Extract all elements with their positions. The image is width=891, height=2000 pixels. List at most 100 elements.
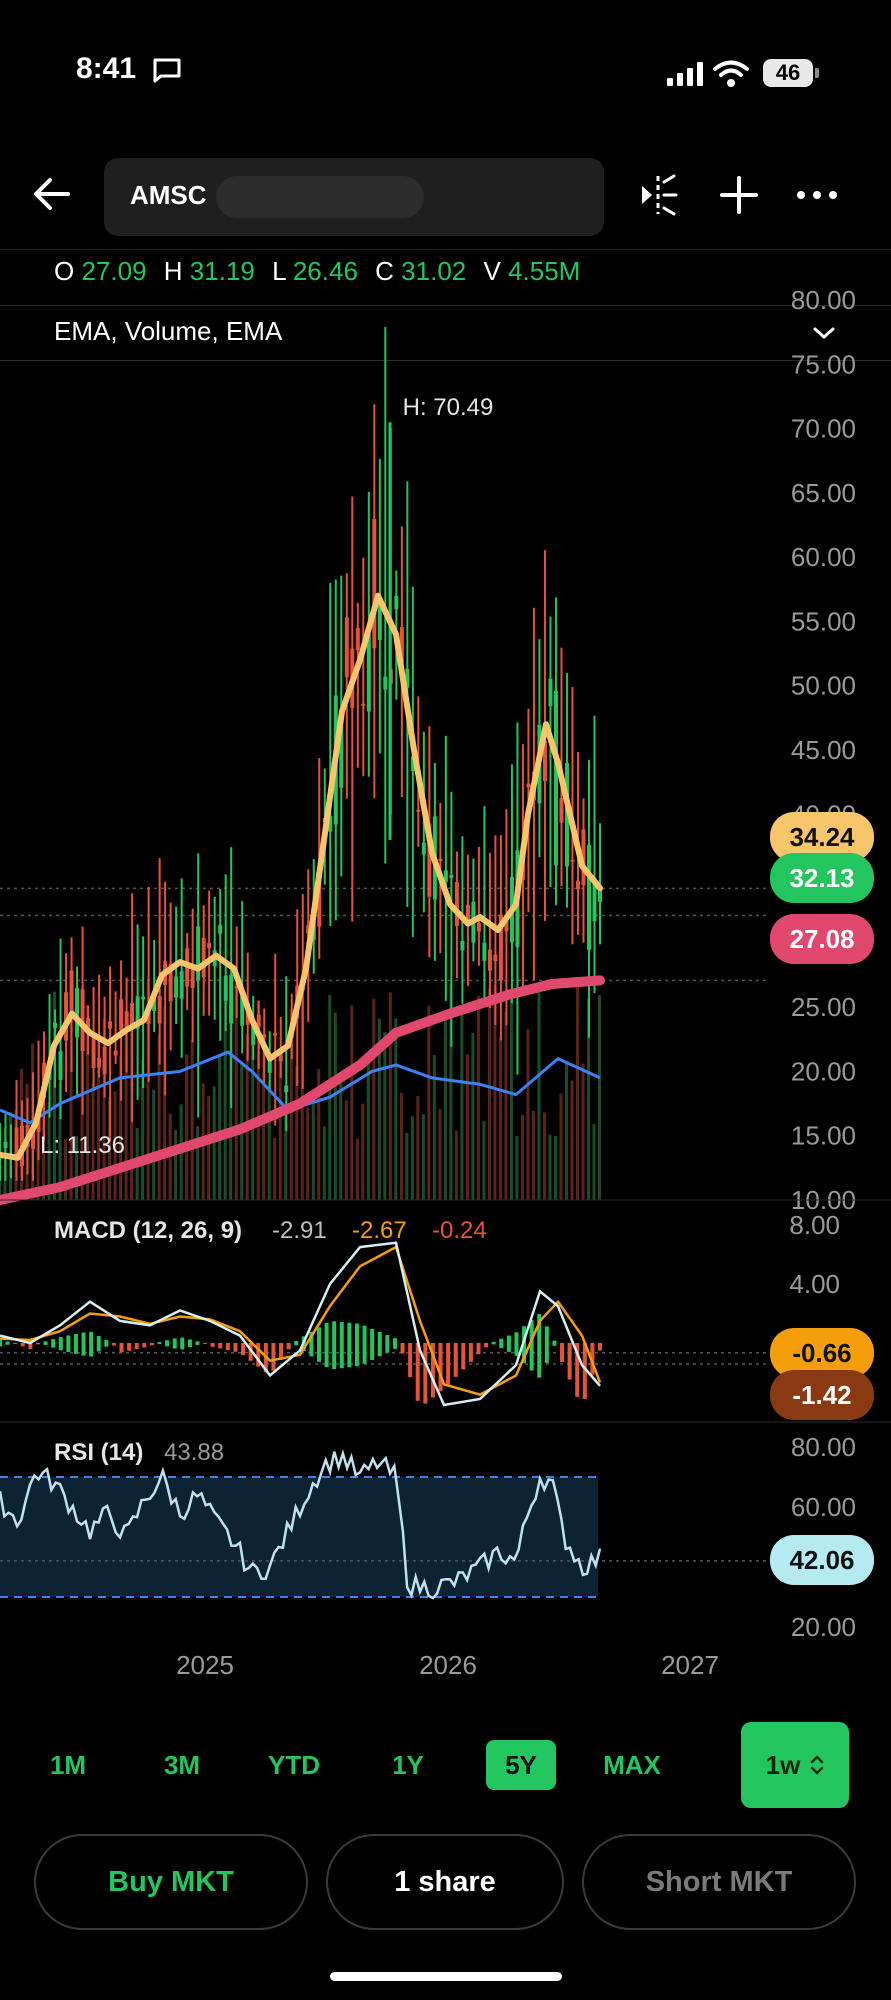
candle-body <box>174 976 179 998</box>
macd-histogram-bar <box>73 1333 78 1354</box>
quantity-button[interactable]: 1 share <box>326 1834 564 1930</box>
message-icon <box>153 58 181 83</box>
macd-line-tag: -1.42 <box>770 1370 874 1420</box>
candle-body <box>196 926 201 981</box>
volume-bar <box>421 1114 425 1200</box>
volume-bar <box>394 1018 398 1200</box>
range-5y[interactable]: 5Y <box>486 1740 556 1790</box>
time-range-selector: 1M 3M YTD 1Y 5Y MAX 1w <box>0 1722 891 1808</box>
macd-histogram-bar <box>392 1338 397 1349</box>
volume-bar <box>383 1032 387 1200</box>
volume-bar <box>520 1115 524 1200</box>
volume-bar <box>509 991 513 1200</box>
price-axis-tick: 50.00 <box>791 671 856 701</box>
ema-slow-price-tag: 27.08 <box>770 914 874 964</box>
macd-axis-tick: 8.00 <box>789 1210 840 1240</box>
volume-bar <box>190 1039 194 1200</box>
last-price-tag: 32.13 <box>770 853 874 903</box>
status-bar: 8:41 46 <box>0 0 891 140</box>
macd-histogram-bar <box>499 1338 504 1349</box>
macd-histogram-bar <box>13 1343 18 1344</box>
volume-bar <box>361 1103 365 1200</box>
macd-histogram-bar <box>468 1343 473 1362</box>
volume-bar <box>471 1032 475 1200</box>
close-label: C <box>375 256 394 286</box>
candle-body <box>179 971 184 999</box>
macd-histogram-bar <box>370 1328 375 1361</box>
open-label: O <box>54 256 75 286</box>
candle-body <box>421 842 426 855</box>
price-axis-tick: 70.00 <box>791 414 856 444</box>
macd-histogram-bar <box>446 1343 451 1385</box>
macd-histogram-bar <box>324 1322 329 1368</box>
add-icon[interactable] <box>716 172 762 218</box>
macd-histogram-bar <box>89 1331 94 1357</box>
volume-bar <box>526 1029 530 1200</box>
macd-histogram-bar <box>514 1332 519 1356</box>
macd-histogram-bar <box>506 1335 511 1352</box>
macd-histogram-bar <box>127 1343 132 1351</box>
macd-histogram-bar <box>339 1322 344 1369</box>
price-axis-tick: 80.00 <box>791 285 856 315</box>
price-axis-tick: 20.00 <box>791 1056 856 1086</box>
wifi-icon <box>713 60 749 87</box>
volume-bar <box>504 1011 508 1200</box>
macd-histogram-bar <box>233 1343 238 1352</box>
price-axis-tick: 15.00 <box>791 1121 856 1151</box>
compare-icon[interactable] <box>636 172 682 218</box>
macd-histogram-bar <box>438 1343 443 1392</box>
candle-body <box>113 1050 118 1056</box>
volume-bar <box>322 1126 326 1200</box>
interval-selector[interactable]: 1w <box>741 1722 849 1808</box>
macd-histogram-bar <box>560 1343 565 1362</box>
candle-body <box>207 943 212 949</box>
volume-bar <box>339 1079 343 1200</box>
price-chart[interactable]: 80.00 75.00 70.00 65.00 60.00 55.00 50.00 45.00… <box>0 285 891 1685</box>
macd-histogram-bar <box>142 1343 147 1348</box>
macd-histogram-bar <box>294 1341 299 1346</box>
volume-bar <box>443 1019 447 1200</box>
macd-line <box>0 1241 601 1407</box>
macd-value-2: -2.67 <box>352 1217 407 1244</box>
high-annotation: H: 70.49 <box>403 394 494 421</box>
candle-body <box>284 1085 289 1093</box>
range-1m[interactable]: 1M <box>30 1722 106 1808</box>
price-axis-tick: 75.00 <box>791 349 856 379</box>
rsi-axis-tick: 60.00 <box>791 1492 856 1522</box>
volume-bar <box>482 1121 486 1200</box>
range-1y[interactable]: 1Y <box>370 1722 446 1808</box>
volume-bar <box>427 1005 431 1200</box>
low-label: L <box>272 256 286 286</box>
high-label: H <box>163 256 183 286</box>
range-max[interactable]: MAX <box>592 1722 672 1808</box>
interval-label: 1w <box>765 1749 801 1780</box>
volume-bar <box>405 1133 409 1200</box>
more-options-icon[interactable] <box>794 172 840 218</box>
candle-body <box>394 595 399 609</box>
macd-histogram-bar <box>347 1322 352 1368</box>
candle-body <box>361 703 366 706</box>
candle-body <box>201 937 206 978</box>
macd-histogram-bar <box>385 1335 390 1353</box>
buy-market-button[interactable]: Buy MKT <box>34 1834 308 1930</box>
short-market-button[interactable]: Short MKT <box>582 1834 856 1930</box>
macd-histogram-bar <box>104 1340 109 1347</box>
volume-bar <box>333 1012 337 1200</box>
macd-histogram-bar <box>5 1341 10 1345</box>
macd-histogram-bar <box>225 1343 230 1351</box>
volume-bar <box>553 1136 557 1200</box>
macd-histogram-bar <box>157 1342 162 1345</box>
time-axis-tick: 2027 <box>661 1650 719 1680</box>
candle-body <box>570 859 575 862</box>
range-3m[interactable]: 3M <box>144 1722 220 1808</box>
macd-histogram-bar <box>461 1343 466 1370</box>
volume-bar <box>537 992 541 1200</box>
macd-histogram-bar <box>567 1343 572 1380</box>
symbol-search-box[interactable]: AMSC <box>104 158 604 236</box>
back-arrow-icon[interactable] <box>28 170 76 218</box>
candle-body <box>553 690 558 866</box>
range-ytd[interactable]: YTD <box>254 1722 334 1808</box>
candle-body <box>559 797 564 823</box>
candle-body <box>454 882 459 927</box>
macd-histogram-bar <box>134 1343 139 1350</box>
